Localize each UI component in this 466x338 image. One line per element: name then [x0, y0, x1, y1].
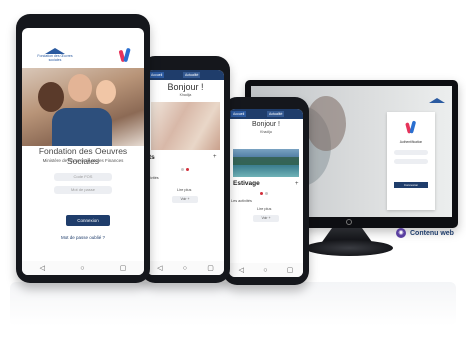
auth-password-field[interactable]	[394, 159, 428, 164]
floor-shadow	[10, 282, 456, 326]
phone-medium: Accueil Actualité Bonjour ! Khadija ts +…	[141, 56, 230, 283]
recent-icon[interactable]: ▢	[120, 264, 127, 272]
app-subtitle: Ministère de l'Économie et des Finances	[42, 158, 124, 163]
phone-large-screen: Fondation des Œuvres sociales Fondation …	[22, 28, 144, 275]
see-more-button[interactable]: Voir +	[172, 196, 198, 203]
back-icon[interactable]: ◁	[157, 264, 162, 272]
phone-large: Fondation des Œuvres sociales Fondation …	[16, 14, 150, 283]
logo-text: Fondation des Œuvres sociales	[37, 54, 73, 62]
tab-news[interactable]: Actualité	[183, 72, 201, 78]
web-icon: ◉	[396, 228, 406, 238]
power-icon	[346, 219, 352, 225]
user-name: Khadija	[179, 93, 192, 97]
back-icon[interactable]: ◁	[239, 266, 244, 274]
auth-username-field[interactable]	[394, 150, 428, 155]
forgot-password-link[interactable]: Mot de passe oublié ?	[26, 235, 140, 240]
home-icon[interactable]: ○	[183, 265, 187, 272]
add-icon[interactable]: +	[213, 154, 217, 160]
tab-news[interactable]: Actualité	[267, 111, 285, 117]
auth-panel: Authentification Connexion	[387, 112, 435, 210]
add-icon[interactable]: +	[295, 181, 299, 187]
android-nav-bar: ◁ ○ ▢	[147, 261, 224, 275]
people-icon	[405, 120, 418, 135]
see-more-button[interactable]: Voir +	[253, 215, 279, 222]
user-name: Khadija	[260, 130, 272, 134]
phone-medium-screen: Accueil Actualité Bonjour ! Khadija ts +…	[147, 70, 224, 275]
greeting: Bonjour !	[251, 121, 281, 128]
fos-logo: Fondation des Œuvres sociales	[36, 48, 74, 62]
promo-stage: Authentification Connexion Accueil Actua…	[0, 0, 466, 338]
back-icon[interactable]: ◁	[40, 264, 45, 272]
section-label: tivités	[149, 176, 159, 180]
card-label[interactable]: Estivage	[233, 180, 260, 187]
login-button[interactable]: Connexion	[66, 215, 110, 226]
estivage-image[interactable]	[233, 149, 299, 177]
tab-bar: Accueil Actualité	[229, 109, 303, 119]
greeting: Bonjour !	[167, 82, 204, 92]
recent-icon[interactable]: ▢	[207, 264, 214, 272]
tab-bar: Accueil Actualité	[147, 70, 224, 80]
web-content-label: Contenu web	[410, 229, 454, 237]
phone-small: Accueil Actualité Bonjour ! Khadija Esti…	[223, 97, 309, 285]
app-title: Fondation des Oeuvres Sociales	[38, 146, 128, 166]
read-more-link[interactable]: Lire plus	[257, 207, 271, 211]
phone-small-screen: Accueil Actualité Bonjour ! Khadija Esti…	[229, 109, 303, 277]
background-photo-figure	[306, 96, 346, 151]
carousel-dots[interactable]	[181, 168, 189, 171]
home-icon[interactable]: ○	[80, 265, 84, 272]
android-nav-bar: ◁ ○ ▢	[229, 263, 303, 277]
carousel-dots[interactable]	[260, 192, 268, 195]
family-photo	[22, 68, 144, 146]
recent-icon[interactable]: ▢	[287, 266, 294, 274]
code-field[interactable]: Code FOS	[54, 173, 112, 181]
read-more-link[interactable]: Lire plus	[177, 188, 191, 192]
people-icon	[118, 47, 132, 64]
home-icon[interactable]: ○	[263, 267, 267, 274]
web-content-badge: ◉ Contenu web	[396, 228, 454, 238]
tab-home[interactable]: Accueil	[231, 111, 247, 117]
password-field[interactable]: Mot de passe	[54, 186, 112, 194]
section-label: Les activités	[231, 199, 252, 203]
monitor-base	[305, 240, 393, 256]
children-image[interactable]	[151, 102, 220, 150]
auth-login-button[interactable]: Connexion	[394, 182, 428, 188]
android-nav-bar: ◁ ○ ▢	[22, 261, 144, 275]
auth-title: Authentification	[399, 140, 423, 144]
tab-home[interactable]: Accueil	[149, 72, 165, 78]
monitor-logo	[427, 98, 447, 107]
